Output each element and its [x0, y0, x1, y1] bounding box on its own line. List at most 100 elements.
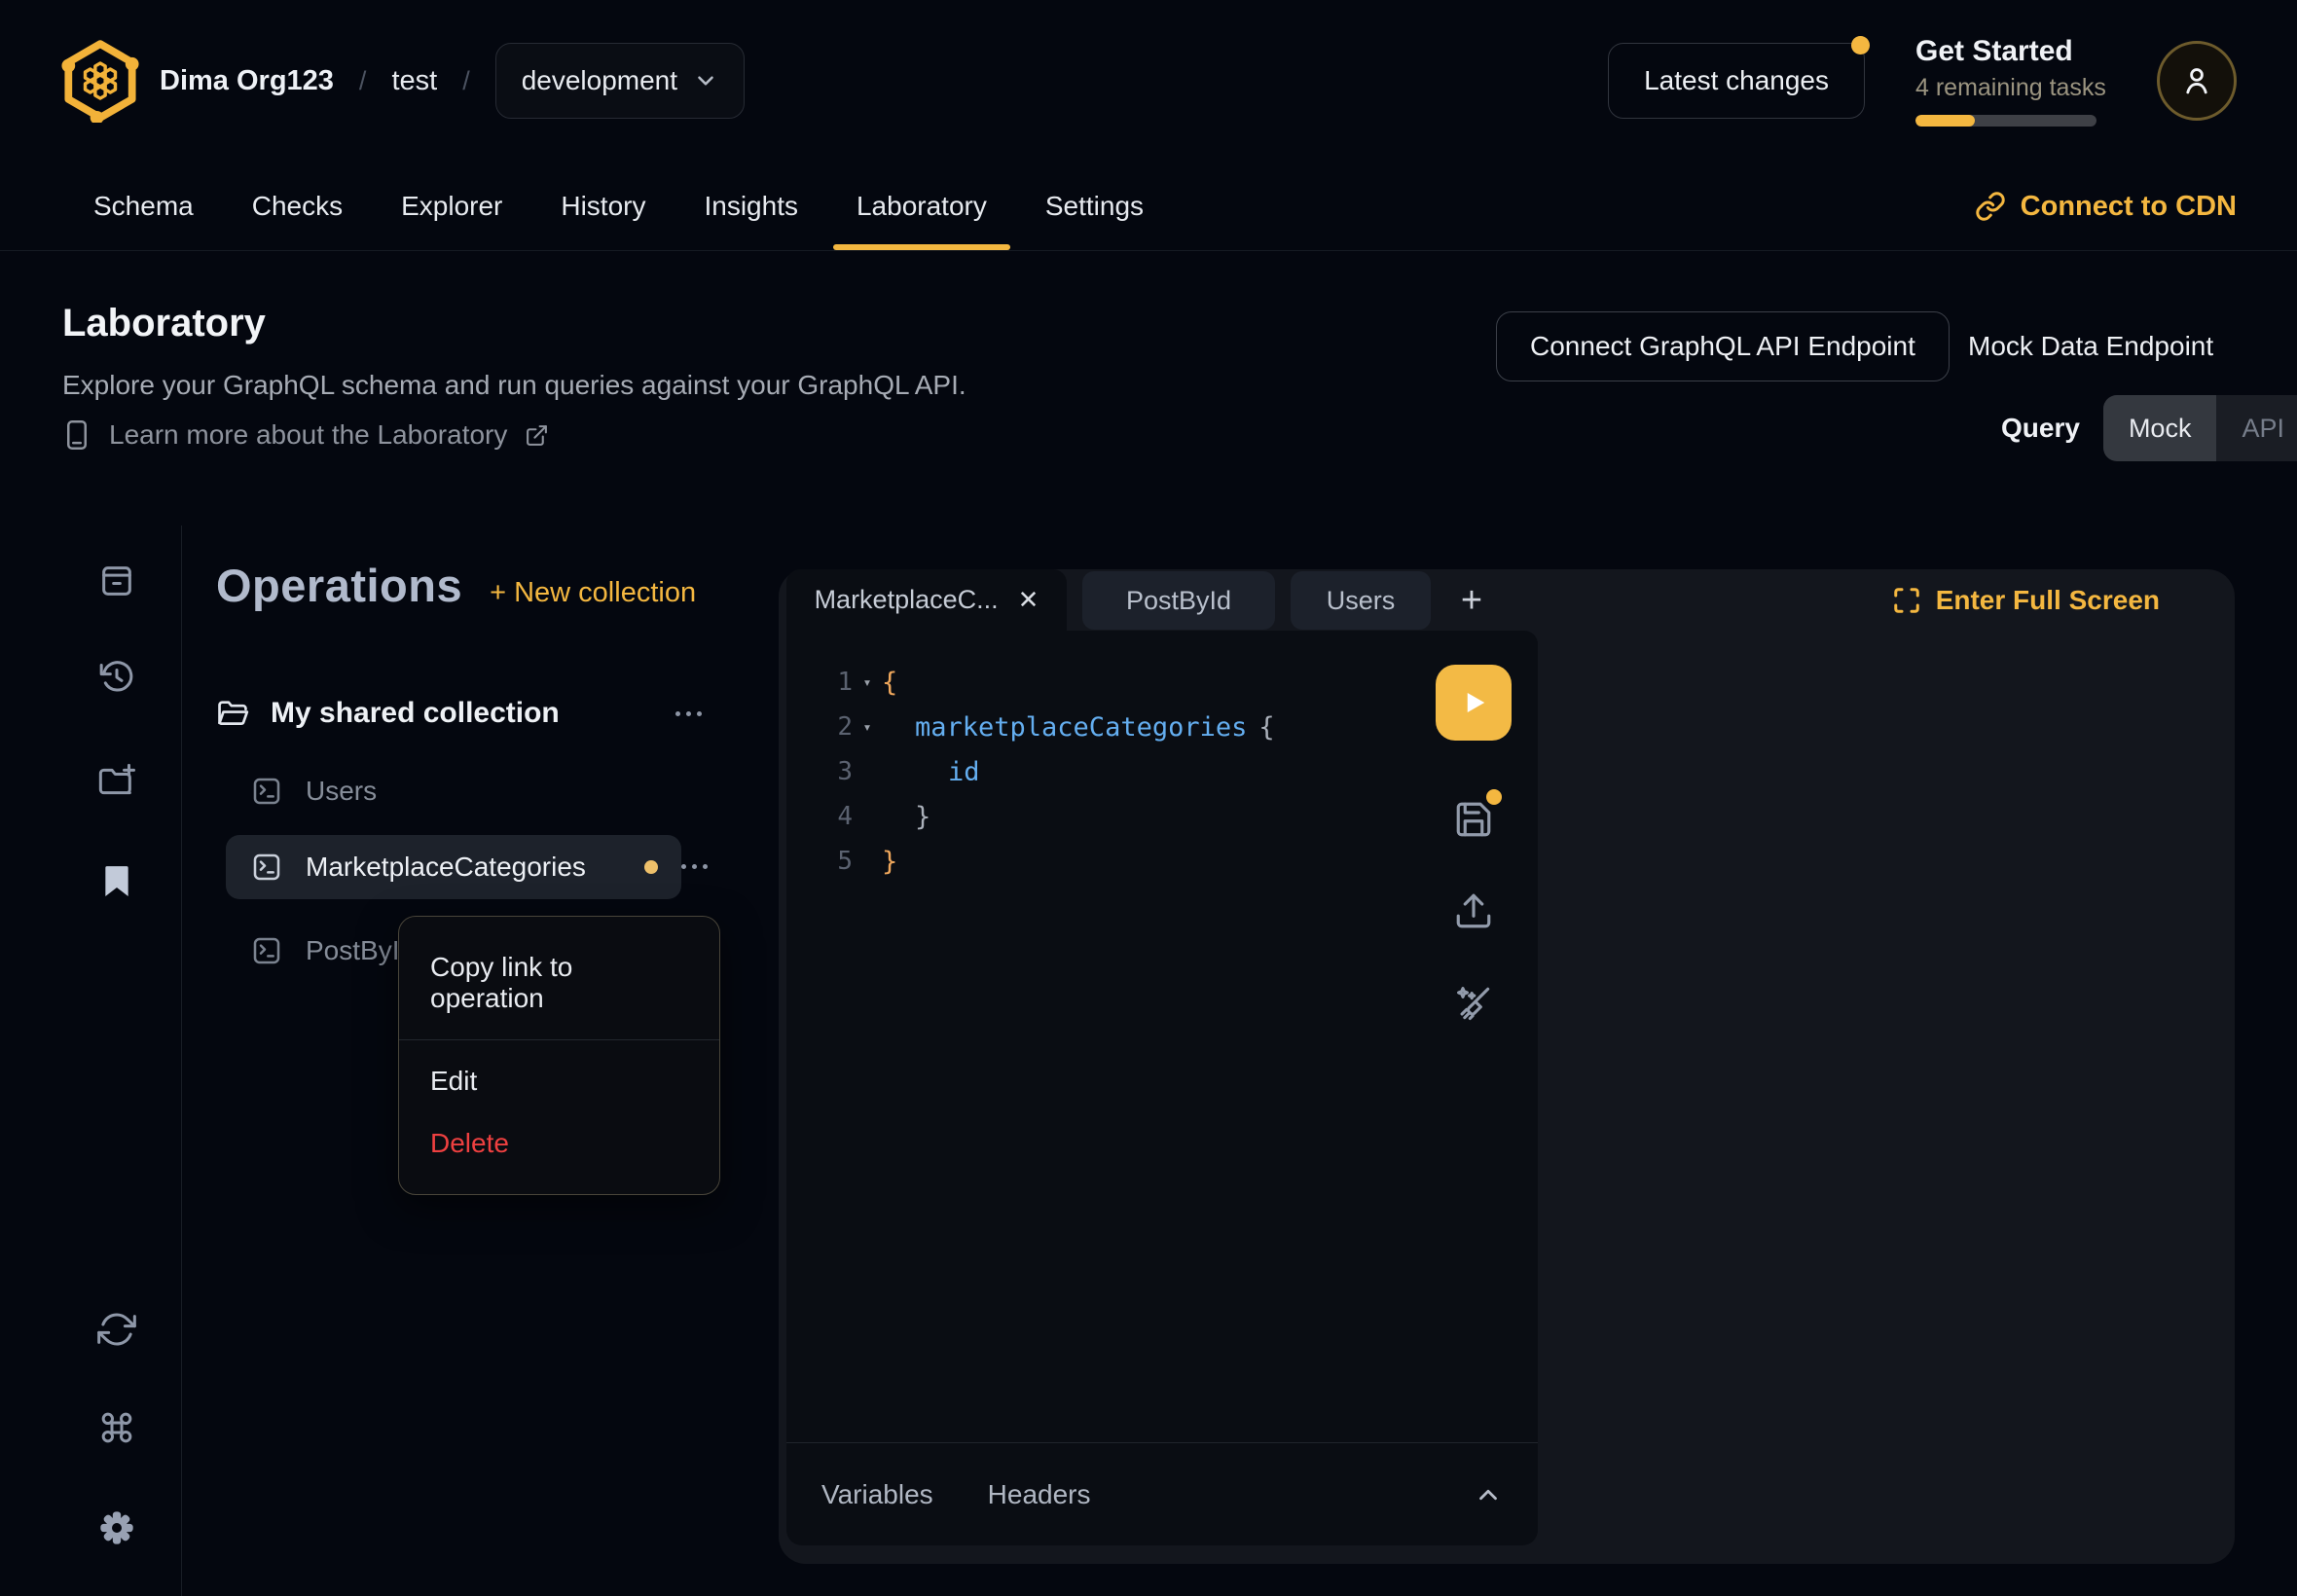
target-selector-value: development	[522, 65, 677, 96]
shortcuts-rail-button[interactable]	[97, 1408, 136, 1447]
get-started-progress-fill	[1915, 115, 1975, 127]
query-mode-toggle: Mock API	[2103, 395, 2297, 461]
refresh-icon	[97, 1310, 136, 1349]
operation-row-marketplace-selected[interactable]: MarketplaceCategories	[226, 835, 681, 899]
get-started-progressbar	[1915, 115, 2096, 127]
collection-name: My shared collection	[271, 697, 560, 730]
operation-label: Users	[306, 776, 377, 807]
editor-tab-marketplace-active[interactable]: MarketplaceC... ✕	[786, 569, 1067, 631]
fold-marker-icon[interactable]: ▾	[853, 673, 882, 691]
bookmarks-rail-button[interactable]	[97, 862, 136, 901]
menu-item-copy-link[interactable]: Copy link to operation	[399, 936, 719, 1030]
operation-icon	[251, 852, 282, 883]
book-icon	[62, 418, 91, 452]
chevron-down-icon	[693, 68, 718, 93]
chevron-up-icon	[1474, 1480, 1503, 1509]
code-area[interactable]: 1 ▾ { 2 ▾ marketplaceCategories{ 3 id 4	[786, 660, 1538, 884]
code-token: }	[915, 802, 930, 832]
editor-tab-label: MarketplaceC...	[815, 585, 999, 615]
collection-row[interactable]: My shared collection	[216, 685, 705, 742]
tab-schema[interactable]: Schema	[64, 162, 223, 250]
target-selector-dropdown[interactable]: development	[495, 43, 745, 119]
code-line: 3 id	[786, 749, 1538, 794]
code-line: 5 }	[786, 839, 1538, 884]
collections-rail-button[interactable]	[97, 562, 136, 600]
operations-title: Operations	[216, 559, 462, 612]
tab-history[interactable]: History	[531, 162, 675, 250]
query-mode-row: Query Mock API	[2001, 395, 2297, 461]
upload-icon	[1453, 890, 1494, 931]
menu-item-delete[interactable]: Delete	[399, 1112, 719, 1175]
enter-fullscreen-button[interactable]: Enter Full Screen	[1892, 579, 2160, 622]
new-folder-rail-button[interactable]	[97, 762, 136, 801]
code-line: 2 ▾ marketplaceCategories{	[786, 705, 1538, 749]
notification-dot	[1851, 36, 1870, 54]
tab-checks[interactable]: Checks	[223, 162, 372, 250]
get-started-title: Get Started	[1915, 35, 2106, 68]
line-number: 1	[786, 668, 853, 697]
connect-graphql-endpoint-button[interactable]: Connect GraphQL API Endpoint	[1496, 311, 1950, 381]
operation-icon	[251, 935, 282, 966]
fold-marker-icon[interactable]: ▾	[853, 718, 882, 736]
variables-tab[interactable]: Variables	[821, 1479, 933, 1510]
gear-icon	[97, 1508, 136, 1547]
bookmark-icon	[97, 862, 136, 901]
query-editor[interactable]: 1 ▾ { 2 ▾ marketplaceCategories{ 3 id 4	[786, 631, 1538, 1545]
person-icon	[2178, 62, 2215, 99]
line-number: 4	[786, 802, 853, 831]
breadcrumb-org[interactable]: Dima Org123	[160, 65, 334, 97]
operation-label: MarketplaceCategories	[306, 852, 586, 883]
latest-changes-label: Latest changes	[1644, 65, 1829, 96]
editor-footer: Variables Headers	[786, 1442, 1538, 1545]
query-mode-api[interactable]: API	[2216, 395, 2297, 461]
latest-changes-button[interactable]: Latest changes	[1608, 43, 1865, 119]
format-query-button[interactable]	[1452, 982, 1495, 1025]
hive-logo[interactable]	[58, 39, 142, 123]
folder-open-icon	[216, 697, 249, 730]
breadcrumb-separator: /	[462, 66, 470, 96]
run-query-button[interactable]	[1436, 665, 1512, 741]
magic-broom-icon	[1452, 982, 1495, 1025]
collection-more-options-icon[interactable]	[675, 709, 705, 717]
collection-box-icon	[97, 562, 136, 600]
tab-explorer[interactable]: Explorer	[372, 162, 531, 250]
tab-laboratory[interactable]: Laboratory	[827, 162, 1016, 250]
refresh-rail-button[interactable]	[97, 1310, 136, 1349]
mock-data-endpoint-label: Mock Data Endpoint	[1968, 331, 2213, 362]
mock-data-endpoint-button[interactable]: Mock Data Endpoint	[1968, 311, 2213, 381]
command-icon	[97, 1408, 136, 1447]
headers-tab[interactable]: Headers	[988, 1479, 1091, 1510]
operation-row-postbyid[interactable]: PostById	[226, 923, 415, 979]
link-icon	[1975, 191, 2006, 222]
code-token: id	[948, 757, 980, 787]
tab-insights[interactable]: Insights	[675, 162, 827, 250]
code-token: }	[882, 847, 897, 877]
connect-to-cdn-link[interactable]: Connect to CDN	[1975, 162, 2237, 251]
new-collection-button[interactable]: + New collection	[490, 577, 696, 609]
query-mode-mock[interactable]: Mock	[2103, 395, 2217, 461]
hive-logo-icon	[58, 39, 142, 123]
learn-more-link[interactable]: Learn more about the Laboratory	[62, 418, 549, 452]
enter-fullscreen-label: Enter Full Screen	[1936, 585, 2160, 616]
laboratory-editor-panel: MarketplaceC... ✕ PostById Users + Enter…	[779, 569, 2235, 1564]
share-operation-button[interactable]	[1453, 890, 1494, 931]
operation-more-options-icon[interactable]	[681, 862, 711, 870]
line-number: 2	[786, 712, 853, 742]
user-avatar[interactable]	[2157, 41, 2237, 121]
settings-rail-button[interactable]	[97, 1508, 136, 1547]
get-started-widget[interactable]: Get Started 4 remaining tasks	[1915, 35, 2106, 127]
breadcrumb-project[interactable]: test	[391, 65, 437, 97]
menu-item-edit[interactable]: Edit	[399, 1050, 719, 1112]
save-operation-button[interactable]	[1453, 799, 1494, 840]
editor-actions	[1435, 665, 1513, 1025]
new-tab-button[interactable]: +	[1446, 575, 1497, 626]
editor-tab-users[interactable]: Users	[1291, 571, 1431, 630]
history-rail-button[interactable]	[97, 658, 136, 697]
close-tab-icon[interactable]: ✕	[1018, 585, 1039, 615]
tab-settings[interactable]: Settings	[1016, 162, 1173, 250]
editor-tab-postbyid[interactable]: PostById	[1082, 571, 1275, 630]
collapse-footer-button[interactable]	[1474, 1480, 1503, 1509]
fullscreen-icon	[1892, 586, 1921, 615]
operation-row-users[interactable]: Users	[226, 763, 377, 819]
code-token: marketplaceCategories	[915, 712, 1247, 743]
